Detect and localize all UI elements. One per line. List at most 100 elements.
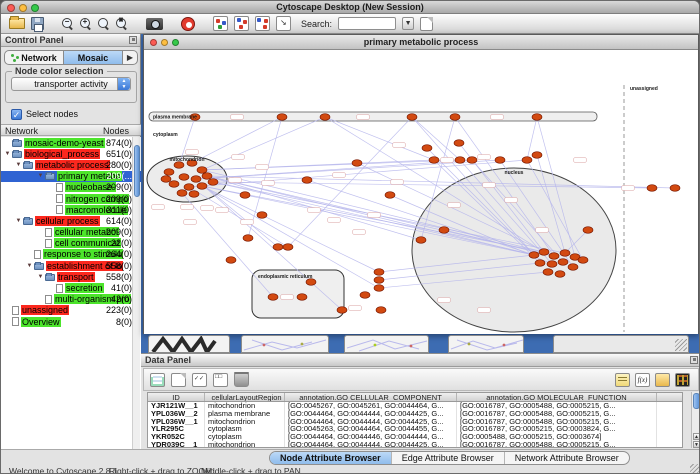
minimized-window-thumbnail[interactable] [344, 335, 429, 353]
tree-header-nodes[interactable]: Nodes [103, 126, 129, 136]
tree-expander-icon[interactable]: ▼ [36, 173, 45, 179]
attribute-matrix-icon[interactable] [675, 373, 690, 387]
tree-row[interactable]: ▼primary metabo209(... [1, 171, 141, 182]
network-node[interactable] [191, 176, 201, 183]
table-scrollbar[interactable]: ▲ ▼ [691, 392, 700, 448]
network-node[interactable] [568, 264, 578, 271]
network-node[interactable] [455, 157, 465, 164]
minimized-window-thumbnail[interactable] [241, 335, 329, 353]
network-node[interactable] [240, 192, 250, 199]
attribute-table-icon[interactable] [150, 373, 165, 387]
table-row[interactable]: YLR295Ccytoplasm[GO:0045263, GO:0044464,… [148, 425, 682, 433]
help-icon[interactable] [181, 17, 195, 31]
network-node[interactable] [202, 173, 212, 180]
network-node[interactable] [243, 235, 253, 242]
network-node[interactable] [670, 185, 680, 192]
zoom-out-icon[interactable]: − [62, 18, 74, 30]
save-session-icon[interactable] [31, 17, 44, 30]
tree-row[interactable]: nitrogen compo209(0) [1, 193, 141, 204]
network-node[interactable] [467, 157, 477, 164]
attribute-list-icon[interactable] [615, 373, 630, 387]
network-node[interactable] [543, 269, 553, 276]
network-node[interactable] [578, 257, 588, 264]
table-row[interactable]: YKR052Ccytoplasm[GO:0044464, GO:0044446,… [148, 433, 682, 441]
network-node[interactable] [197, 183, 207, 190]
network-node[interactable] [302, 177, 312, 184]
function-builder-icon[interactable] [635, 373, 650, 387]
minimized-window-thumbnail[interactable] [148, 335, 230, 353]
network-node[interactable] [547, 261, 557, 268]
tree-header-network[interactable]: Network [5, 126, 38, 136]
tree-row[interactable]: ▼transport558(0) [1, 271, 141, 282]
tree-expander-icon[interactable]: ▼ [14, 218, 23, 224]
more-tabs-arrow-icon[interactable]: ▶ [123, 51, 137, 64]
tree-row[interactable]: mosaic-demo-yeast874(0) [1, 137, 141, 148]
table-row[interactable]: YDR039C__1mitochondrion[GO:0044464, GO:0… [148, 441, 682, 448]
network-node[interactable] [189, 191, 199, 198]
tree-row[interactable]: secretion41(0) [1, 282, 141, 293]
network-node[interactable] [560, 250, 570, 257]
network-node[interactable] [385, 192, 395, 199]
layout-two-icon[interactable] [255, 16, 270, 31]
network-view-window[interactable]: primary metabolic process plasma membran… [143, 34, 699, 334]
tab-node-attribute-browser[interactable]: Node Attribute Browser [270, 452, 392, 464]
tab-edge-attribute-browser[interactable]: Edge Attribute Browser [392, 452, 505, 464]
delete-attribute-icon[interactable] [234, 373, 249, 387]
table-column-header[interactable]: annotation.GO CELLULAR_COMPONENT [285, 393, 457, 401]
table-column-header[interactable]: _cellularLayoutRegion [205, 393, 285, 401]
network-node[interactable] [374, 277, 384, 284]
network-node[interactable] [416, 237, 426, 244]
tab-network-attribute-browser[interactable]: Network Attribute Browser [505, 452, 629, 464]
network-node[interactable] [273, 244, 283, 251]
network-node[interactable] [320, 114, 330, 121]
network-node[interactable] [297, 294, 307, 301]
float-panel-icon[interactable] [129, 36, 137, 44]
network-node[interactable] [647, 185, 657, 192]
network-node[interactable] [352, 160, 362, 167]
new-document-icon[interactable] [420, 17, 433, 31]
tree-row[interactable]: ▼establishment of lo558(0) [1, 260, 141, 271]
network-node[interactable] [360, 292, 370, 299]
tree-row[interactable]: Overview8(0) [1, 316, 141, 327]
table-column-header[interactable]: ID [148, 393, 205, 401]
table-scrollbar-thumb[interactable] [693, 393, 700, 409]
table-row[interactable]: YPL036W__2plasma membrane[GO:0044464, GO… [148, 410, 682, 418]
tree-row[interactable]: nucleobase-209(0) [1, 182, 141, 193]
snapshot-icon[interactable] [146, 18, 163, 30]
unselect-attributes-icon[interactable] [213, 373, 228, 387]
network-node[interactable] [179, 174, 189, 181]
new-attribute-icon[interactable] [171, 373, 186, 387]
zoom-in-icon[interactable]: + [80, 18, 92, 30]
scroll-down-arrow-icon[interactable]: ▼ [693, 441, 700, 448]
float-panel-icon[interactable] [690, 356, 698, 364]
tree-row[interactable]: response to stimulu264(0) [1, 249, 141, 260]
tree-row[interactable]: cell communicat22(0) [1, 238, 141, 249]
network-node[interactable] [529, 252, 539, 259]
network-node[interactable] [583, 227, 593, 234]
network-node[interactable] [422, 145, 432, 152]
network-node[interactable] [539, 249, 549, 256]
network-node[interactable] [283, 244, 293, 251]
network-node[interactable] [450, 114, 460, 121]
minimized-window-thumbnail[interactable] [448, 335, 524, 353]
network-node[interactable] [197, 167, 207, 174]
network-node[interactable] [558, 259, 568, 266]
open-file-icon[interactable] [9, 18, 25, 29]
tree-row[interactable]: multi-organism pro42(0) [1, 294, 141, 305]
network-node[interactable] [374, 285, 384, 292]
zoom-selected-icon[interactable]: ▣ [116, 18, 128, 30]
network-overview-icon[interactable] [213, 16, 228, 31]
minimized-window-thumbnail[interactable] [553, 335, 689, 353]
scroll-up-arrow-icon[interactable]: ▲ [693, 433, 700, 440]
network-window-titlebar[interactable]: primary metabolic process [144, 35, 698, 50]
tab-network[interactable]: Network [5, 51, 63, 64]
tree-row[interactable]: ▼metabolic process280(0) [1, 159, 141, 170]
table-row[interactable]: YJR121W__1mitochondrion[GO:0045267, GO:0… [148, 402, 682, 410]
network-node[interactable] [407, 114, 417, 121]
network-node[interactable] [184, 184, 194, 191]
network-node[interactable] [177, 190, 187, 197]
network-node[interactable] [532, 114, 542, 121]
network-node[interactable] [495, 157, 505, 164]
network-node[interactable] [161, 176, 171, 183]
tree-scrollbar[interactable] [132, 137, 140, 449]
